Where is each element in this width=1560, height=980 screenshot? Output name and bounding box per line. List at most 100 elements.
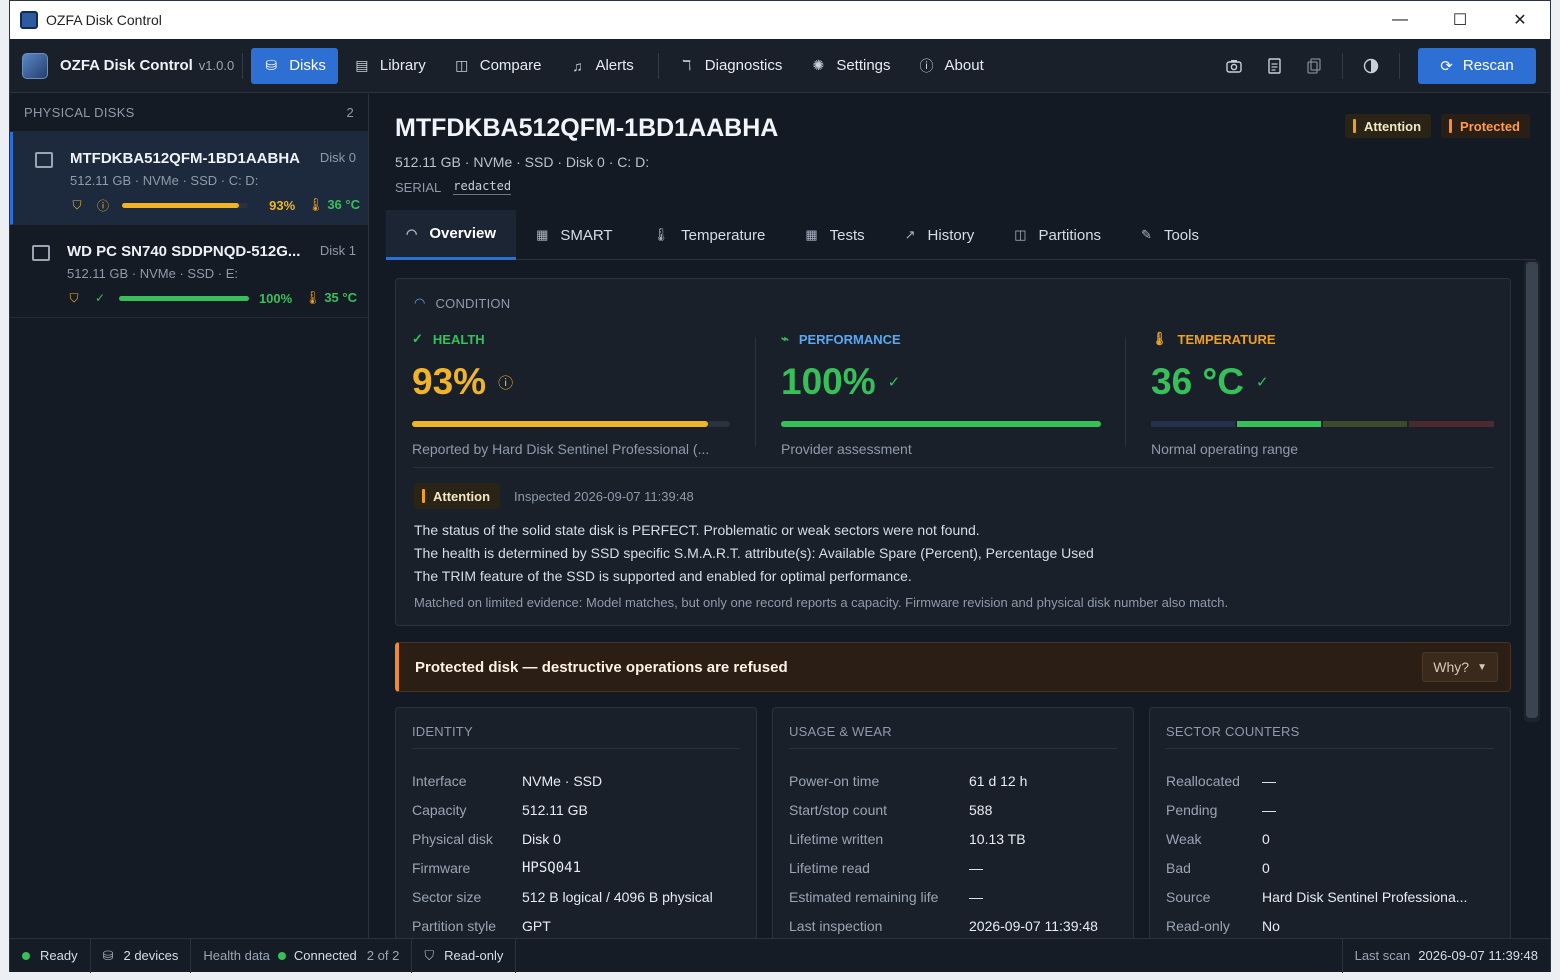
why-label: Why? — [1433, 659, 1470, 675]
performance-meter-fill — [781, 421, 1101, 427]
nav-library[interactable]: ▤ Library — [342, 48, 438, 84]
tab-history[interactable]: ↗ History — [885, 210, 995, 260]
nav-disks[interactable]: ⛁ Disks — [251, 47, 338, 84]
range-normal — [1237, 421, 1321, 427]
tab-smart[interactable]: ▦ SMART — [516, 210, 633, 260]
field-label: Lifetime read — [789, 859, 870, 876]
sectors-table: Reallocated — Pending — Weak 0 Bad 0 Source H… — [1166, 766, 1467, 940]
health-meter-fill — [412, 421, 708, 427]
field-label: Pending — [1166, 801, 1218, 818]
nav-divider — [657, 52, 659, 79]
field-value: GPT — [522, 917, 551, 934]
health-metric: ✓ HEALTH 93% ⓘ Reported by Hard Disk Senti… — [412, 331, 732, 461]
tab-tests-label: Tests — [829, 226, 865, 244]
why-dropdown-button[interactable]: Why? ▼ — [1422, 652, 1498, 682]
performance-value: 100% ✓ — [781, 361, 1101, 403]
disk-icon — [32, 245, 50, 261]
table-row: Sector size 512 B logical / 4096 B physic… — [412, 882, 713, 911]
health-meter — [412, 421, 730, 427]
table-row: Source Hard Disk Sentinel Professiona... — [1166, 882, 1467, 911]
tab-tests[interactable]: ▦ Tests — [785, 210, 884, 260]
disk-summary: 512.11 GB · NVMe · SSD · E: — [67, 266, 238, 281]
nav-about[interactable]: ⓘ About — [907, 48, 996, 84]
app-logo — [22, 52, 48, 79]
disk-list-item[interactable]: MTFDKBA512QFM-1BD1AABHA Disk 0 512.11 GB… — [10, 132, 368, 225]
nav-diagnostics[interactable]: ℸ Diagnostics — [667, 48, 795, 84]
attention-badge: Attention — [1344, 114, 1432, 138]
health-label-text: HEALTH — [432, 331, 485, 347]
status-health-data: Health data Connected 2 of 2 — [191, 938, 413, 973]
info-icon[interactable]: ⓘ — [498, 372, 513, 393]
maximize-button[interactable]: ☐ — [1430, 1, 1490, 39]
attention-label: Attention — [433, 488, 491, 504]
status-message: The status of the solid state disk is PE… — [414, 522, 980, 538]
nav-settings[interactable]: ✺ Settings — [798, 48, 902, 84]
report-icon[interactable] — [1254, 48, 1294, 84]
vertical-scrollbar[interactable] — [1524, 260, 1540, 722]
temperature-value: 35 °C — [324, 290, 357, 305]
connected-indicator — [277, 951, 286, 960]
disk-summary: 512.11 GB · NVMe · SSD · C: D: — [70, 173, 259, 188]
shield-icon: ⛉ — [424, 947, 435, 963]
camera-icon[interactable] — [1214, 48, 1254, 84]
nav-settings-label: Settings — [836, 57, 891, 74]
sidebar-title: PHYSICAL DISKS — [24, 105, 135, 120]
tab-partitions[interactable]: ◫ Partitions — [994, 210, 1121, 260]
rescan-button[interactable]: ⟳ Rescan — [1418, 47, 1536, 84]
field-value: — — [1262, 801, 1276, 818]
disk-number: Disk 0 — [319, 150, 356, 165]
identity-card: IDENTITY Interface NVMe · SSD Capacity 512… — [395, 707, 757, 947]
disk-list-item[interactable]: WD PC SN740 SDDPNQD-512G... Disk 1 512.1… — [10, 225, 368, 318]
top-nav: OZFA Disk Control v1.0.0 ⛁ Disks ▤ Library… — [10, 39, 1550, 93]
protected-badge-label: Protected — [1460, 118, 1520, 134]
gauge-icon: ◠ — [406, 225, 418, 241]
inspected-time: Inspected 2026-09-07 11:39:48 — [514, 488, 694, 504]
serial-label: SERIAL — [395, 179, 442, 195]
table-row: Read-only No — [1166, 911, 1467, 940]
stethoscope-icon: ℸ — [682, 57, 692, 73]
field-value: 588 — [969, 801, 993, 818]
field-label: Sector size — [412, 888, 482, 905]
status-ready: Ready — [10, 938, 91, 973]
nav-alerts[interactable]: ♫ Alerts — [557, 48, 645, 84]
field-value: — — [969, 888, 983, 905]
tab-tools[interactable]: ✎ Tools — [1121, 210, 1219, 260]
table-row: Lifetime written 10.13 TB — [789, 824, 1098, 853]
title-bar: OZFA Disk Control — ☐ ✕ — [10, 1, 1550, 39]
thermometer-icon: 🌡 — [652, 227, 670, 242]
check-circle-icon: ✓ — [412, 331, 423, 346]
tab-smart-label: SMART — [560, 226, 613, 244]
health-bar-fill — [119, 295, 249, 301]
nav-disks-label: Disks — [289, 57, 326, 74]
ready-indicator — [22, 951, 30, 960]
disk-name: WD PC SN740 SDDPNQD-512G... — [67, 243, 301, 260]
minimize-button[interactable]: — — [1370, 1, 1430, 39]
database-icon: ⛁ — [265, 57, 278, 73]
nav-compare[interactable]: ◫ Compare — [442, 48, 554, 84]
last-scan-value: 2026-09-07 11:39:48 — [1418, 948, 1538, 963]
health-data-count: 2 of 2 — [366, 948, 400, 963]
contrast-icon[interactable] — [1351, 48, 1391, 84]
scrollbar-thumb[interactable] — [1526, 262, 1538, 718]
serial-value[interactable]: redacted — [453, 179, 512, 195]
close-button[interactable]: ✕ — [1490, 1, 1550, 39]
tab-temperature[interactable]: 🌡 Temperature — [633, 210, 786, 260]
field-value: No — [1262, 917, 1280, 934]
tab-overview[interactable]: ◠ Overview — [386, 210, 517, 260]
field-label: Firmware — [412, 859, 471, 876]
tab-tools-label: Tools — [1163, 226, 1199, 244]
shield-icon: ⛉ — [69, 290, 79, 305]
health-percent: 100% — [258, 290, 293, 306]
field-value: 2026-09-07 11:39:48 — [969, 917, 1098, 934]
condition-card: ◠ CONDITION ✓ HEALTH 93% ⓘ Reported by Hard… — [395, 278, 1511, 626]
check-circle-icon: ✓ — [887, 374, 901, 391]
nav-divider — [242, 52, 244, 79]
condition-label: CONDITION — [435, 295, 511, 311]
tab-partitions-label: Partitions — [1038, 226, 1102, 244]
temperature-value-text: 36 °C — [1151, 361, 1244, 402]
tab-overview-label: Overview — [429, 225, 497, 242]
field-value: 0 — [1262, 859, 1270, 876]
copy-icon[interactable] — [1294, 48, 1334, 84]
range-cold — [1151, 421, 1235, 427]
field-label: Interface — [412, 772, 467, 789]
